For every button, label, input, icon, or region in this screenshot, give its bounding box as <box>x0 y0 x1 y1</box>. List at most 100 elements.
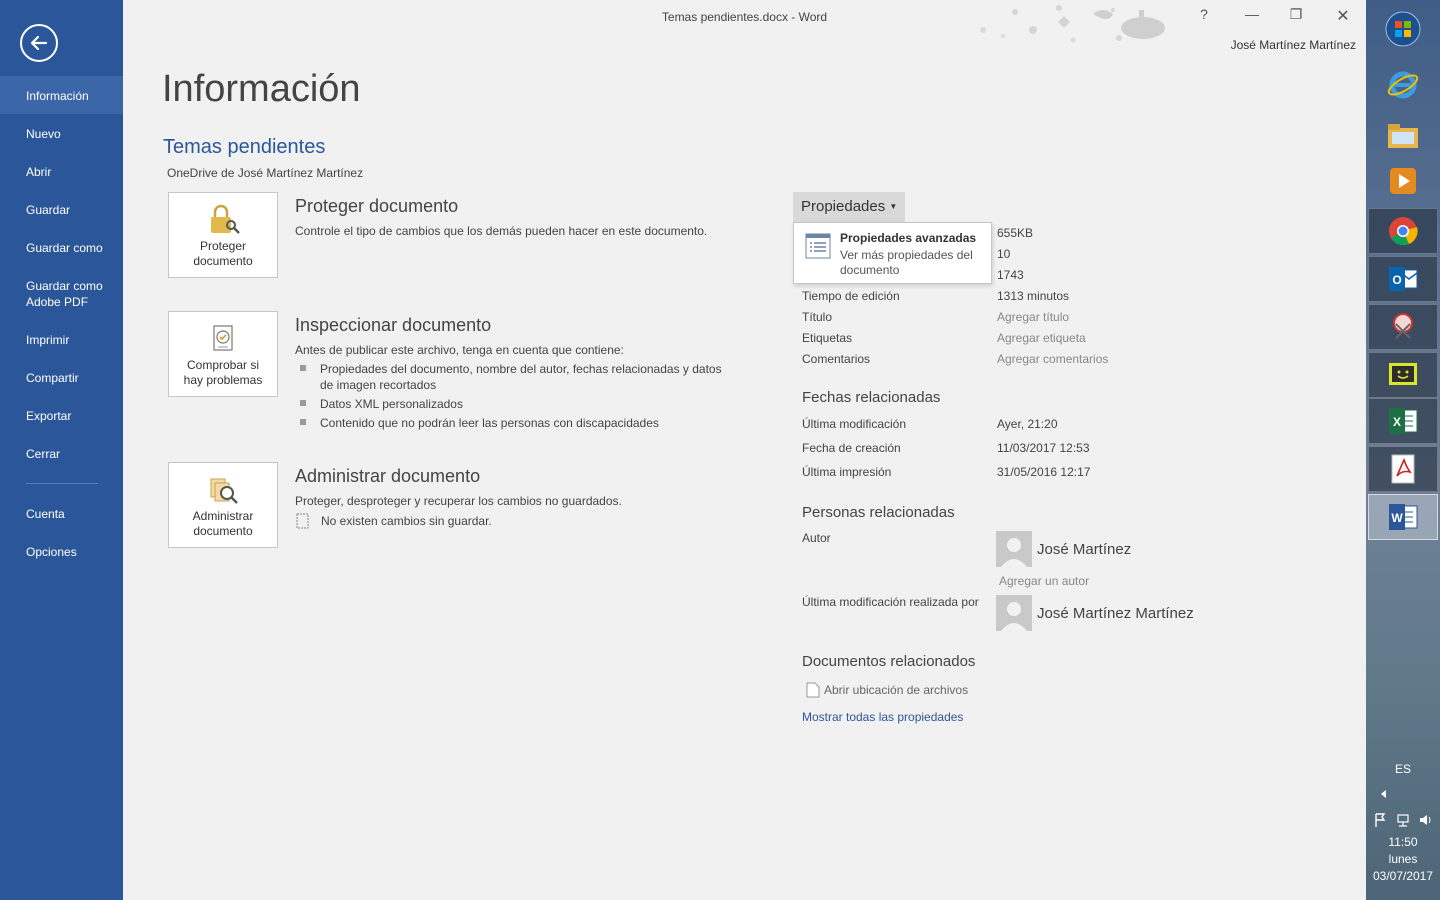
windows-start-icon <box>1385 11 1421 47</box>
protect-heading: Proteger documento <box>295 196 459 216</box>
nav-cuenta[interactable]: Cuenta <box>0 506 123 522</box>
help-button[interactable]: ? <box>1189 6 1219 26</box>
author-avatar[interactable] <box>996 531 1032 567</box>
clock-day: lunes <box>1388 852 1418 866</box>
taskbar-chrome[interactable] <box>1368 208 1438 254</box>
related-dates-heading: Fechas relacionadas <box>802 389 941 406</box>
unsaved-changes-status: No existen cambios sin guardar. <box>295 513 735 529</box>
svg-text:O: O <box>1392 273 1401 287</box>
words-value: 1743 <box>997 268 1024 282</box>
nav-imprimir[interactable]: Imprimir <box>0 332 123 348</box>
add-title-field[interactable]: Agregar título <box>997 310 1069 324</box>
add-author-field[interactable]: Agregar un autor <box>999 574 1089 588</box>
manage-document-button[interactable]: Administrar documento <box>168 462 278 548</box>
chrome-icon <box>1389 217 1418 246</box>
caret-down-icon: ▼ <box>889 202 898 212</box>
restore-button[interactable]: ❐ <box>1281 6 1311 26</box>
last-modified-by-avatar[interactable] <box>996 595 1032 631</box>
svg-text:X: X <box>1393 415 1401 429</box>
taskbar-app[interactable] <box>1368 352 1438 398</box>
inspect-document-icon <box>213 325 233 351</box>
advanced-properties-title: Propiedades avanzadas <box>840 231 977 245</box>
check-issues-button[interactable]: Comprobar si hay problemas <box>168 311 278 397</box>
document-location: OneDrive de José Martínez Martínez <box>167 166 364 180</box>
nav-nuevo[interactable]: Nuevo <box>0 126 123 142</box>
start-button[interactable] <box>1368 6 1438 52</box>
minimize-button[interactable]: — <box>1237 6 1267 26</box>
nav-compartir[interactable]: Compartir <box>0 370 123 386</box>
system-tray-icons[interactable] <box>1374 812 1434 828</box>
person-silhouette-icon <box>1001 538 1027 567</box>
inspect-bullet-1: Propiedades del documento, nombre del au… <box>295 361 735 393</box>
check-issues-label: Comprobar si hay problemas <box>183 358 263 387</box>
taskbar-explorer[interactable] <box>1368 112 1438 158</box>
nav-abrir[interactable]: Abrir <box>0 164 123 180</box>
document-dashed-icon <box>296 513 309 529</box>
taskbar-ie[interactable] <box>1368 62 1438 108</box>
nav-guardar-como-pdf[interactable]: Guardar como Adobe PDF <box>0 278 110 310</box>
backstage-sidebar: Información Nuevo Abrir Guardar Guardar … <box>0 0 123 900</box>
nav-informacion[interactable]: Información <box>0 76 123 114</box>
file-explorer-icon <box>1388 124 1418 148</box>
inspect-bullet-3: Contenido que no podrán leer las persona… <box>295 415 735 431</box>
add-tag-field[interactable]: Agregar etiqueta <box>997 331 1086 345</box>
last-modified-by-label: Última modificación realizada por <box>802 595 979 609</box>
document-icon <box>806 682 820 698</box>
unsaved-changes-text: No existen cambios sin guardar. <box>321 514 492 528</box>
close-button[interactable]: ✕ <box>1328 6 1358 26</box>
arrow-left-icon <box>30 35 48 51</box>
nav-cerrar[interactable]: Cerrar <box>0 446 123 462</box>
open-file-location-link[interactable]: Abrir ubicación de archivos <box>806 682 968 698</box>
properties-list-icon <box>805 233 831 259</box>
language-indicator[interactable]: ES <box>1366 762 1440 776</box>
person-silhouette-icon <box>1001 602 1027 631</box>
nav-exportar[interactable]: Exportar <box>0 408 123 424</box>
tags-label: Etiquetas <box>802 331 853 345</box>
taskbar-snipping[interactable] <box>1368 304 1438 350</box>
properties-dropdown-button[interactable]: Propiedades ▼ <box>793 192 906 222</box>
show-hidden-icons-icon[interactable] <box>1378 788 1388 800</box>
inspect-description: Antes de publicar este archivo, tenga en… <box>295 343 624 357</box>
taskbar-excel[interactable]: X <box>1368 398 1438 444</box>
back-button[interactable] <box>20 24 58 62</box>
svg-text:W: W <box>1391 511 1403 525</box>
document-name: Temas pendientes <box>163 136 326 158</box>
last-modified-value: Ayer, 21:20 <box>997 417 1058 431</box>
word-icon: W <box>1389 504 1418 530</box>
created-label: Fecha de creación <box>802 441 901 455</box>
taskbar-word[interactable]: W <box>1368 494 1438 540</box>
nav-guardar-como[interactable]: Guardar como <box>0 240 123 256</box>
manage-heading: Administrar documento <box>295 466 481 486</box>
last-printed-label: Última impresión <box>802 465 892 479</box>
clock-time: 11:50 <box>1388 835 1418 849</box>
author-name[interactable]: José Martínez <box>1037 541 1131 558</box>
nav-opciones[interactable]: Opciones <box>0 544 123 560</box>
created-value: 11/03/2017 12:53 <box>997 441 1090 455</box>
taskbar-clock[interactable]: 11:50 lunes 03/07/2017 <box>1366 834 1440 885</box>
manage-section: Administrar documento Proteger, desprote… <box>295 466 735 529</box>
inspect-heading: Inspeccionar documento <box>295 315 492 335</box>
media-player-icon <box>1390 168 1416 194</box>
last-modified-by-name[interactable]: José Martínez Martínez <box>1037 605 1194 622</box>
protect-document-label: Proteger documento <box>193 239 253 268</box>
nav-guardar[interactable]: Guardar <box>0 202 123 218</box>
manage-description: Proteger, desproteger y recuperar los ca… <box>295 494 622 508</box>
protect-document-button[interactable]: Proteger documento <box>168 192 278 278</box>
last-printed-value: 31/05/2016 12:17 <box>997 465 1091 479</box>
taskbar-acrobat[interactable] <box>1368 446 1438 492</box>
last-modified-label: Última modificación <box>802 417 907 431</box>
taskbar-outlook[interactable]: O <box>1368 256 1438 302</box>
properties-label: Propiedades <box>801 198 886 215</box>
outlook-icon: O <box>1389 267 1418 291</box>
show-all-properties-link[interactable]: Mostrar todas las propiedades <box>802 710 963 724</box>
author-label: Autor <box>802 531 831 545</box>
taskbar-media[interactable] <box>1368 158 1438 204</box>
advanced-properties-menu-item[interactable]: Propiedades avanzadas Ver más propiedade… <box>793 222 992 284</box>
inspect-bullet-2: Datos XML personalizados <box>295 396 735 412</box>
internet-explorer-icon <box>1387 71 1419 99</box>
add-comments-field[interactable]: Agregar comentarios <box>997 352 1108 366</box>
excel-icon: X <box>1389 408 1418 434</box>
clock-date: 03/07/2017 <box>1372 869 1434 883</box>
signed-in-user[interactable]: José Martínez Martínez <box>1231 38 1356 52</box>
size-value: 655KB <box>997 226 1034 240</box>
